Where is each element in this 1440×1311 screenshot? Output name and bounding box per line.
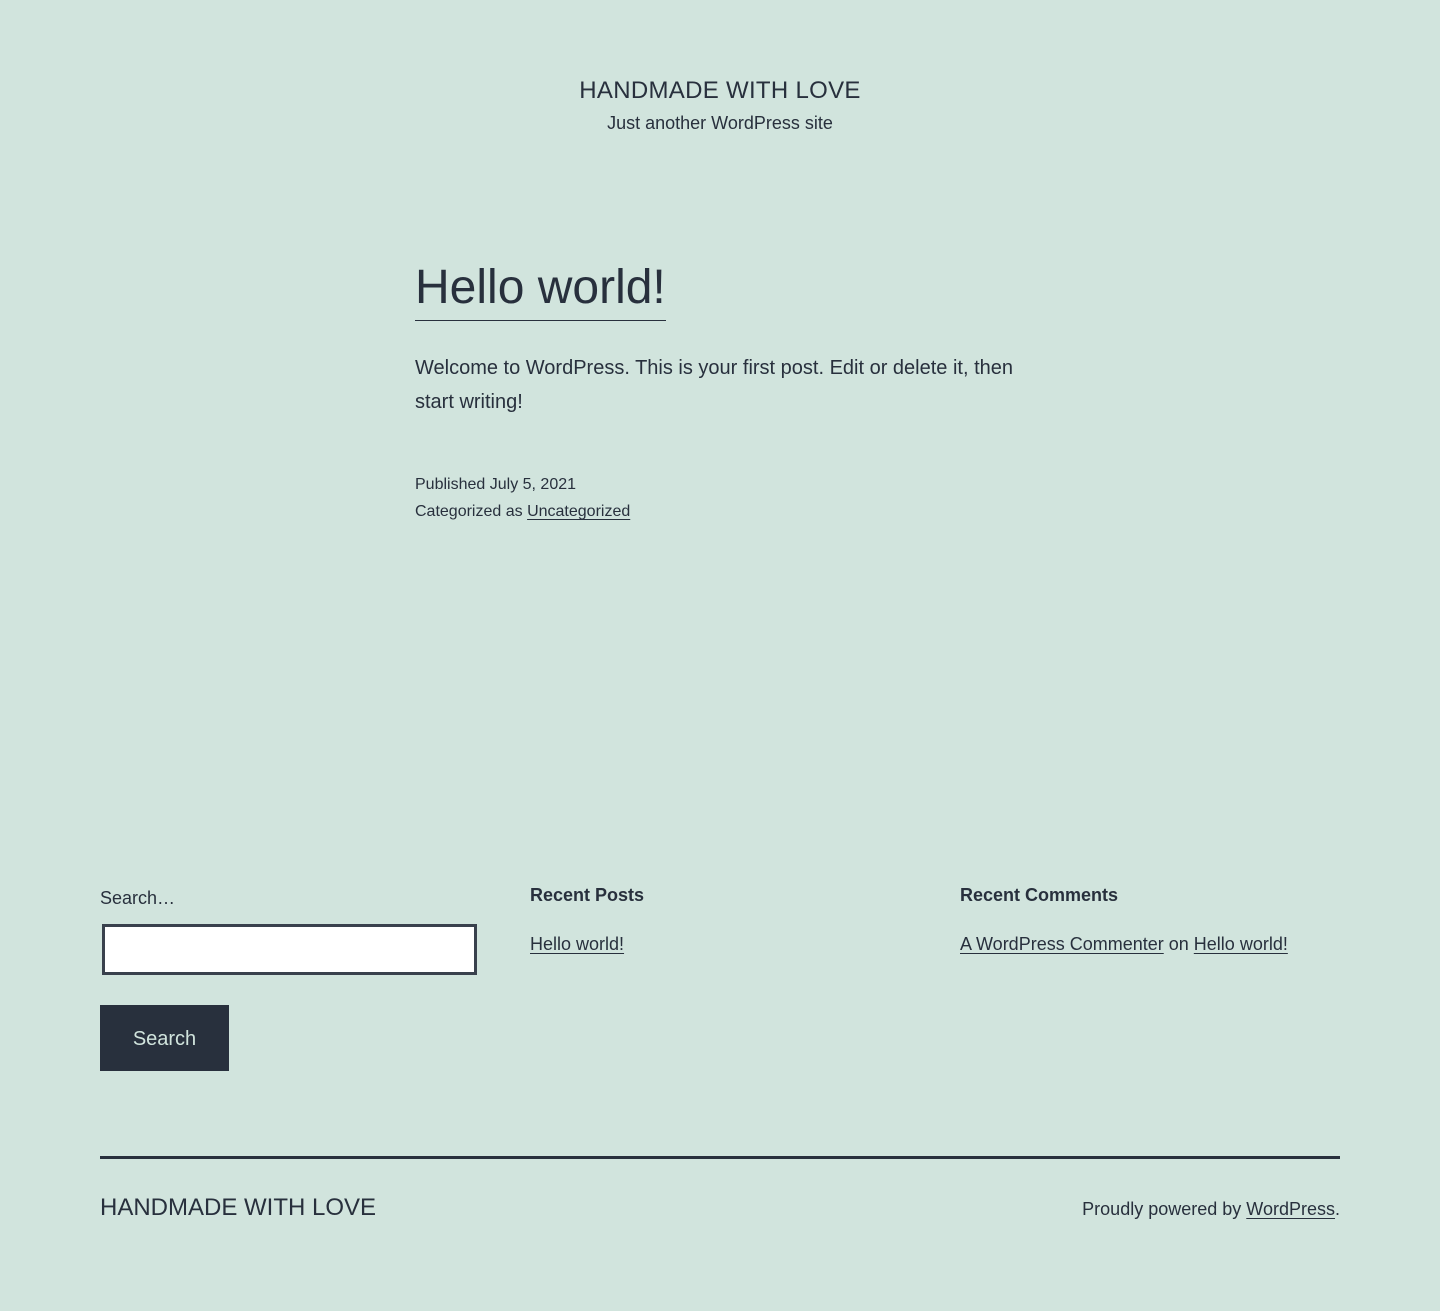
site-title[interactable]: HANDMADE WITH LOVE: [0, 74, 1440, 108]
site-header: HANDMADE WITH LOVE Just another WordPres…: [0, 74, 1440, 138]
post-published: Published July 5, 2021: [415, 471, 1035, 498]
powered-by-suffix: .: [1334, 1199, 1340, 1219]
published-label: Published: [415, 476, 486, 493]
search-label: Search…: [100, 888, 176, 908]
post-content: Welcome to WordPress. This is your first…: [415, 357, 1014, 413]
recent-comments-widget: Recent Comments A WordPress Commenter on…: [960, 880, 1340, 959]
recent-posts-heading: Recent Posts: [530, 885, 645, 905]
post-article: Hello world! Welcome to WordPress. This …: [415, 256, 1035, 525]
recent-post-link[interactable]: Hello world!: [530, 934, 624, 954]
post-title-link[interactable]: Hello world!: [415, 256, 666, 321]
categorized-label: Categorized as: [415, 503, 523, 520]
footer-site-title[interactable]: HANDMADE WITH LOVE: [100, 1191, 376, 1225]
wordpress-link[interactable]: WordPress: [1246, 1199, 1335, 1219]
list-item: Hello world!: [530, 929, 910, 959]
comment-author-link[interactable]: A WordPress Commenter: [960, 934, 1164, 954]
list-item: A WordPress Commenter on Hello world!: [960, 929, 1340, 959]
recent-comments-heading: Recent Comments: [960, 885, 1119, 905]
published-date: July 5, 2021: [489, 476, 577, 493]
category-link[interactable]: Uncategorized: [527, 503, 630, 520]
site-description: Just another WordPress site: [607, 113, 833, 133]
recent-posts-widget: Recent Posts Hello world!: [530, 880, 910, 959]
comment-post-link[interactable]: Hello world!: [1194, 934, 1288, 954]
search-button[interactable]: Search: [100, 1005, 229, 1071]
footer-powered-by: Proudly powered by WordPress.: [1082, 1194, 1340, 1224]
comment-on-text: on: [1168, 934, 1189, 954]
powered-by-text: Proudly powered by: [1082, 1199, 1242, 1219]
post-categories: Categorized as Uncategorized: [415, 498, 1035, 525]
search-input[interactable]: [102, 924, 477, 975]
footer-divider: [100, 1156, 1340, 1159]
post-meta: Published July 5, 2021 Categorized as Un…: [415, 471, 1035, 525]
